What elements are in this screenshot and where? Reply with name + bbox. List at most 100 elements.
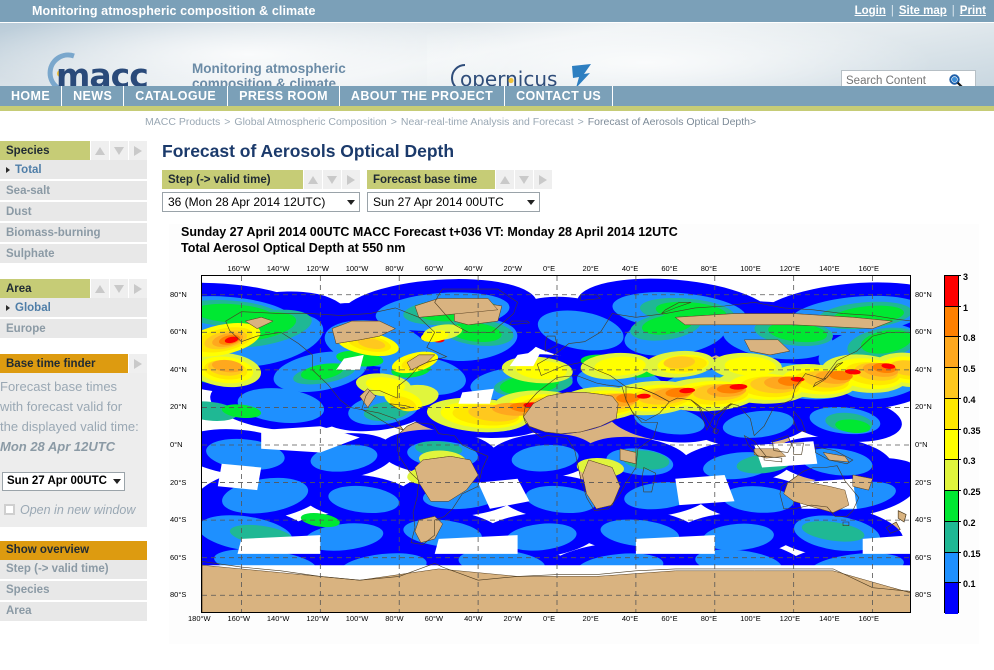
x-tick-label-bottom: 0°E xyxy=(543,614,556,623)
y-tick-label-left: 40°N xyxy=(170,364,187,374)
right-arrow-icon[interactable] xyxy=(341,170,360,189)
selected-bullet-icon xyxy=(6,304,10,311)
base-time-select-main[interactable]: Sun 27 Apr 2014 00UTC xyxy=(367,192,540,212)
control-step-label: Step (-> valid time) xyxy=(168,173,271,186)
colorbar-tick xyxy=(944,551,961,553)
up-arrow-icon[interactable] xyxy=(90,141,109,160)
aerosol-optical-depth-map[interactable] xyxy=(201,275,911,613)
sidebar-item-label: Step (-> valid time) xyxy=(6,563,109,575)
breadcrumb-item-near-real-time-analysis-and-forecast[interactable]: Near-real-time Analysis and Forecast xyxy=(401,116,574,128)
sidebar-item-biomass-burning[interactable]: Biomass-burning xyxy=(0,223,147,244)
base-time-select[interactable]: Sun 27 Apr 00UTC xyxy=(2,471,125,491)
sidebar-item-europe[interactable]: Europe xyxy=(0,319,147,340)
sidebar-overview-item-species[interactable]: Species xyxy=(0,580,147,602)
login-link[interactable]: Login xyxy=(855,5,886,17)
right-arrow-icon[interactable] xyxy=(128,279,147,298)
base-time-finder-arrow-group xyxy=(128,354,147,373)
down-arrow-icon[interactable] xyxy=(322,170,341,189)
step-select[interactable]: 36 (Mon 28 Apr 2014 12UTC) xyxy=(162,192,360,212)
breadcrumb-item-current: Forecast of Aerosols Optical Depth xyxy=(587,116,751,128)
base-time-finder-header: Base time finder xyxy=(0,354,147,373)
colorbar-segment xyxy=(945,583,958,614)
sidebar-item-dust[interactable]: Dust xyxy=(0,202,147,223)
control-base-time: Forecast base time Sun 27 Apr 2014 00UTC xyxy=(367,170,553,212)
sidebar-item-global[interactable]: Global xyxy=(0,298,147,319)
show-overview-title: Show overview xyxy=(6,544,90,556)
x-tick-label-bottom: 80°E xyxy=(700,614,718,623)
colorbar-tick xyxy=(944,397,961,399)
link-separator: | xyxy=(951,5,955,17)
nav-item-contact-us[interactable]: CONTACT US xyxy=(505,86,614,106)
x-axis-labels-bottom: 180°W 160°W 140°W 120°W 100°W 80°W 60°W 40°W 20°… xyxy=(188,613,911,627)
x-tick-label-top: 140°W xyxy=(266,264,290,273)
nav-item-news[interactable]: NEWS xyxy=(62,86,125,106)
x-tick-label-bottom: 120°W xyxy=(306,614,329,623)
sidebar-overview-item-step[interactable]: Step (-> valid time) xyxy=(0,559,147,581)
x-tick-label-top: 120°W xyxy=(306,264,329,273)
search-input[interactable] xyxy=(842,72,947,86)
right-arrow-icon[interactable] xyxy=(128,354,147,373)
up-arrow-icon[interactable] xyxy=(495,170,515,189)
show-overview-header: Show overview xyxy=(0,540,147,560)
down-arrow-icon[interactable] xyxy=(109,141,128,160)
x-tick-label-top: 120°E xyxy=(779,264,801,273)
colorbar-tick xyxy=(944,582,961,584)
macc-logo[interactable]: macc Monitoring atmospheric composition … xyxy=(30,51,346,86)
x-tick-label-bottom: 140°E xyxy=(819,614,840,623)
x-tick-label-top: 60°E xyxy=(661,264,678,273)
sidebar-area-title: Area xyxy=(6,282,32,295)
breadcrumb-item-macc-products[interactable]: MACC Products xyxy=(145,116,220,128)
sidebar-item-label: Total xyxy=(15,163,42,176)
base-time-finder-description-text: Forecast base times with forecast valid … xyxy=(0,379,139,434)
nav-item-press-room[interactable]: PRESS ROOM xyxy=(228,86,340,106)
macc-subtitle-line1: Monitoring atmospheric xyxy=(192,61,346,76)
sidebar-item-sea-salt[interactable]: Sea-salt xyxy=(0,181,147,202)
nav-item-about-the-project[interactable]: ABOUT THE PROJECT xyxy=(340,86,506,106)
right-arrow-icon[interactable] xyxy=(533,170,553,189)
sidebar-overview-item-area[interactable]: Area xyxy=(0,601,147,623)
down-arrow-icon[interactable] xyxy=(109,279,128,298)
colorbar-tick-label: 0.25 xyxy=(963,487,981,498)
sidebar-item-total[interactable]: Total xyxy=(0,160,147,181)
copernicus-emblem-icon xyxy=(572,64,591,86)
step-arrow-group xyxy=(303,170,360,189)
base-time-select-main-value: Sun 27 Apr 2014 00UTC xyxy=(373,195,504,209)
sidebar-species-header: Species xyxy=(0,141,147,160)
copernicus-wordmark-icon: opernicus xyxy=(451,64,557,86)
open-in-new-window-checkbox[interactable] xyxy=(4,504,15,515)
down-arrow-icon[interactable] xyxy=(514,170,534,189)
open-in-new-window-label: Open in new window xyxy=(20,502,136,517)
breadcrumb: MACC Products > Global Atmospheric Compo… xyxy=(0,111,994,133)
open-in-new-window-row[interactable]: Open in new window xyxy=(0,498,147,527)
nav-item-catalogue[interactable]: CATALOGUE xyxy=(124,86,229,106)
site-map-link[interactable]: Site map xyxy=(899,5,947,17)
breadcrumb-item-global-atmospheric-composition[interactable]: Global Atmospheric Composition xyxy=(234,116,386,128)
nav-item-home[interactable]: HOME xyxy=(0,86,63,106)
x-tick-label-top: 60°W xyxy=(424,264,444,273)
x-tick-label-top: 100°W xyxy=(345,264,369,273)
x-tick-label-top: 20°W xyxy=(503,264,522,273)
chevron-down-icon xyxy=(112,478,121,484)
copernicus-logo[interactable]: opernicus xyxy=(448,61,598,86)
x-tick-label-top: 40°E xyxy=(621,264,639,273)
y-tick-label-left: 40°S xyxy=(170,515,187,525)
print-link[interactable]: Print xyxy=(960,5,986,17)
sidebar-item-sulphate[interactable]: Sulphate xyxy=(0,244,147,265)
sidebar-species-title: Species xyxy=(6,144,50,157)
breadcrumb-separator: > xyxy=(390,116,397,128)
search-box[interactable] xyxy=(841,70,976,86)
x-tick-label-bottom: 100°W xyxy=(345,614,369,623)
colorbar-tick xyxy=(944,428,961,430)
right-arrow-icon[interactable] xyxy=(128,141,147,160)
up-arrow-icon[interactable] xyxy=(90,279,109,298)
x-tick-label-bottom: 20°E xyxy=(582,614,599,623)
breadcrumb-separator: > xyxy=(224,116,231,128)
macc-logo-mark: macc xyxy=(30,49,182,86)
up-arrow-icon[interactable] xyxy=(303,170,322,189)
y-tick-label-right: 20°S xyxy=(915,477,932,487)
x-tick-label-bottom: 20°W xyxy=(503,614,522,623)
magnifier-icon[interactable] xyxy=(947,73,965,87)
sidebar-portlet-show-overview: Show overview Step (-> valid time) Speci… xyxy=(0,540,147,623)
colorbar-tick-label: 3 xyxy=(963,272,969,282)
colorbar-tick-label: 0.2 xyxy=(963,517,976,528)
